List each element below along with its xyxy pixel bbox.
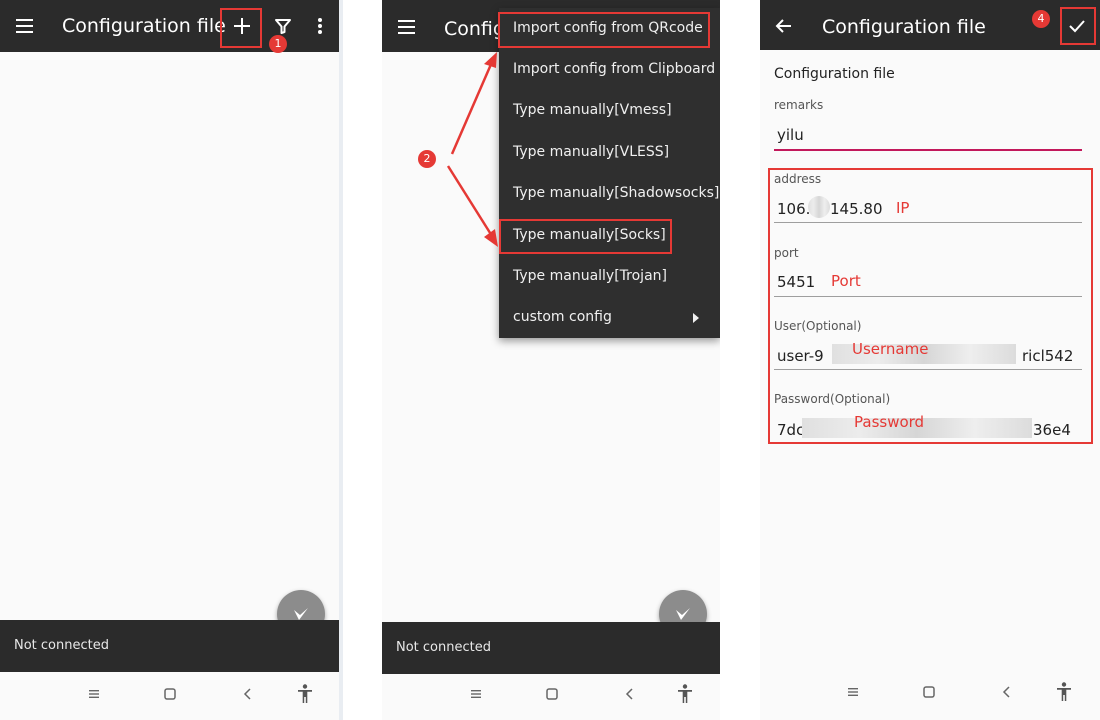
address-input-part1[interactable]: 106.	[777, 200, 810, 218]
app-bar: Configuration file	[760, 0, 1100, 50]
system-nav-bar	[760, 672, 1100, 720]
accessibility-icon[interactable]	[1054, 681, 1074, 703]
port-annotation: Port	[831, 272, 861, 290]
page-title: Configuration file	[822, 16, 986, 38]
redaction-blur	[808, 196, 830, 218]
address-label: address	[774, 172, 822, 186]
back-icon[interactable]	[999, 684, 1015, 700]
remarks-label: remarks	[774, 98, 824, 112]
panel-gap	[720, 0, 760, 720]
user-input-part2[interactable]: ricl542	[1022, 347, 1082, 365]
save-button-highlight	[1060, 7, 1096, 45]
remarks-input[interactable]: yilu	[777, 126, 804, 144]
ip-annotation: IP	[896, 199, 910, 217]
username-annotation: Username	[852, 340, 929, 358]
address-underline	[774, 222, 1082, 223]
remarks-underline	[774, 149, 1082, 151]
address-input-part2[interactable]: 145.80	[830, 200, 883, 218]
user-underline	[774, 369, 1082, 370]
user-label: User(Optional)	[774, 319, 862, 333]
back-arrow-icon[interactable]	[774, 16, 794, 36]
password-input-part1[interactable]: 7dc	[777, 421, 804, 439]
port-input[interactable]: 5451	[777, 273, 815, 291]
step-badge-4: 4	[1032, 10, 1050, 28]
port-underline	[774, 296, 1082, 297]
home-icon[interactable]	[921, 684, 937, 700]
screen-edit-config: Configuration file 4 Configuration file …	[760, 0, 1100, 720]
password-label: Password(Optional)	[774, 392, 891, 406]
password-annotation: Password	[854, 413, 925, 431]
port-label: port	[774, 246, 799, 260]
section-title: Configuration file	[774, 66, 895, 82]
user-input-part1[interactable]: user-9	[777, 347, 824, 365]
recents-icon[interactable]	[845, 684, 861, 700]
password-input-part2[interactable]: 36e4	[1033, 421, 1071, 439]
